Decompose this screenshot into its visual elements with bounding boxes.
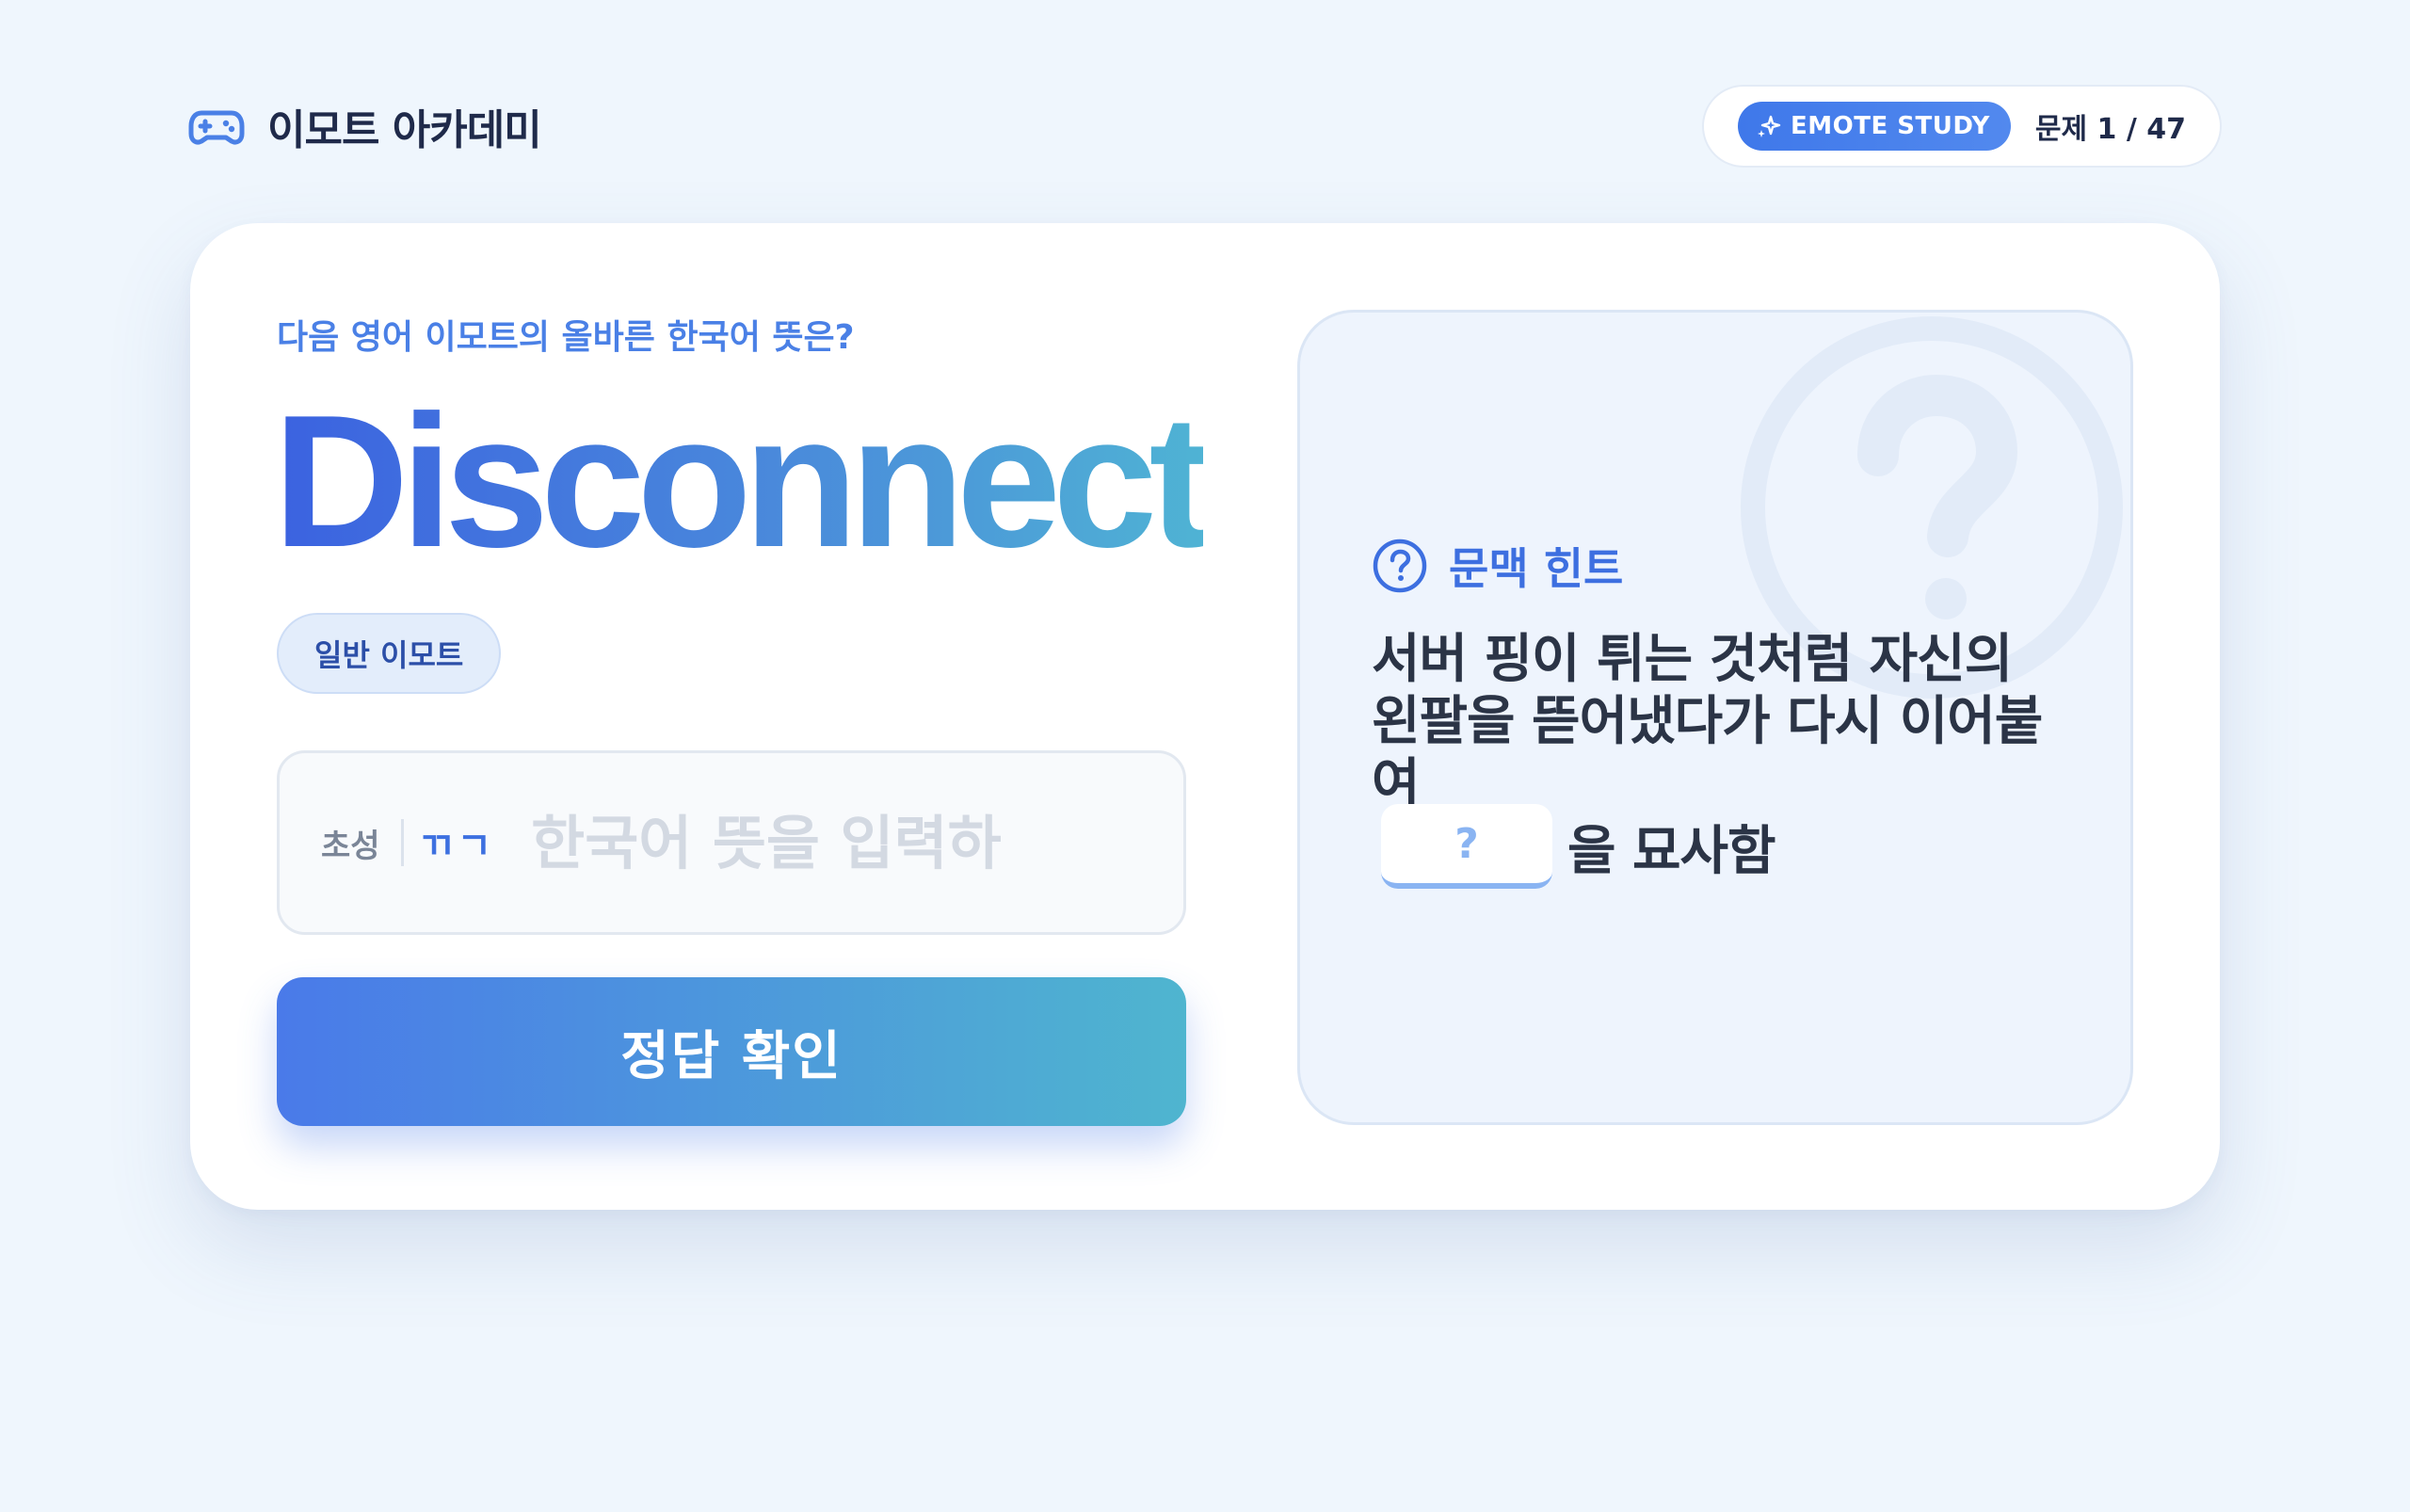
hint-blank-line: ? 을 묘사함 [1372,804,1776,889]
app-title: 이모트 아카데미 [267,106,542,154]
chosung-hint: ㄲㄱ [418,825,496,868]
progress-pill: EMOTE STUDY 문제 1 / 47 [1702,85,2222,168]
submit-answer-button[interactable]: 정답 확인 [277,977,1186,1126]
chosung-divider [400,819,404,866]
gamepad-icon [188,110,245,145]
question-circle-icon [1373,539,1427,593]
emote-type-badge: 일반 이모트 [277,613,502,694]
answer-field[interactable]: 초성 ㄲㄱ [277,750,1186,935]
brand: 이모트 아카데미 [188,85,542,168]
context-hint-panel: 문맥 힌트 서버 핑이 튀는 것처럼 자신의 왼팔을 뜯어냈다가 다시 이어붙여… [1297,310,2133,1125]
question-prompt: 다음 영어 이모트의 올바른 한국어 뜻은? [277,318,855,357]
hint-tail-text: 을 묘사함 [1567,820,1776,882]
mode-badge: EMOTE STUDY [1738,102,2011,151]
question-counter: 문제 1 / 47 [2034,113,2186,146]
quiz-card: 다음 영어 이모트의 올바른 한국어 뜻은? Disconnect 일반 이모트… [190,223,2220,1210]
hint-title: 문맥 힌트 [1449,543,1624,594]
mode-badge-label: EMOTE STUDY [1791,112,1990,140]
sparkle-icon [1758,115,1781,137]
hint-header: 문맥 힌트 [1372,535,1623,597]
chosung-label: 초성 [321,827,380,865]
emote-word: Disconnect [273,377,1212,587]
answer-input[interactable] [529,807,1057,878]
top-bar: 이모트 아카데미 EMOTE STUDY 문제 1 / 47 [188,85,2222,168]
answer-blank-placeholder: ? [1381,804,1552,889]
hint-text: 서버 핑이 튀는 것처럼 자신의 왼팔을 뜯어냈다가 다시 이어붙여 [1372,629,2043,814]
